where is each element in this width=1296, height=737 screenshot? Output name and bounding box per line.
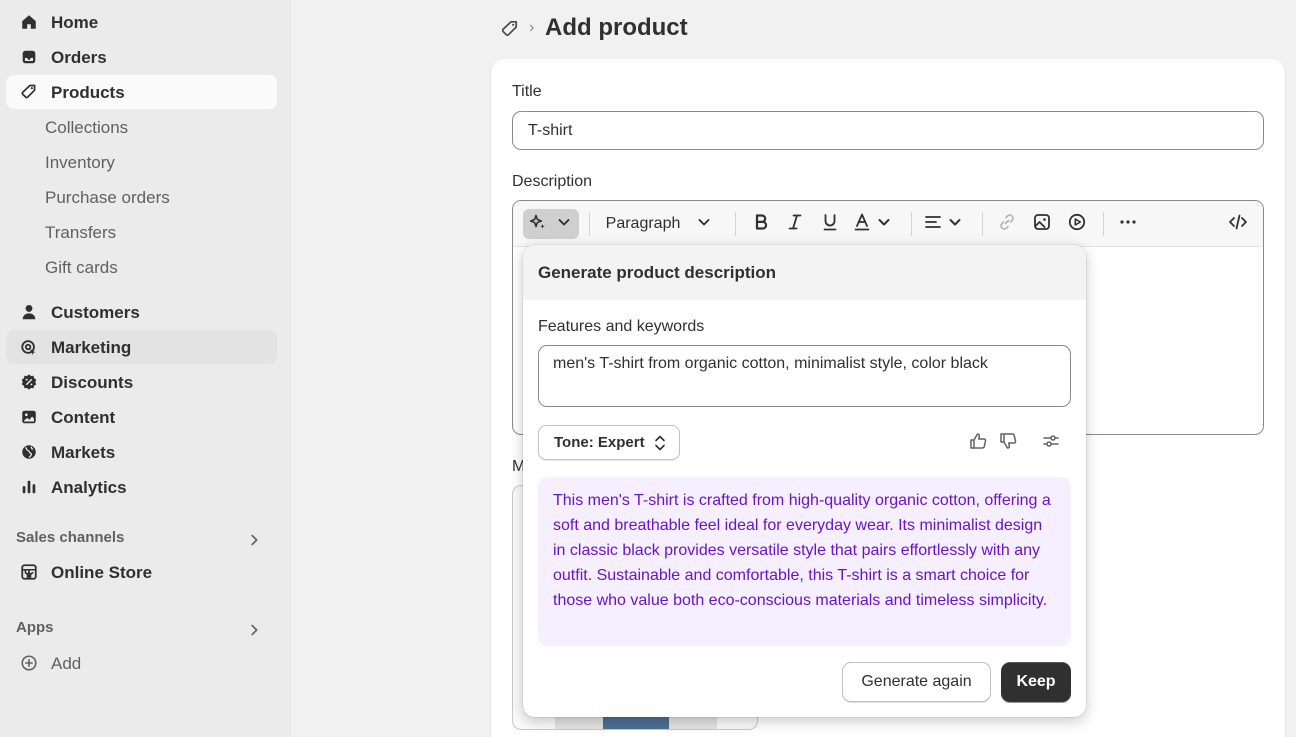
sidebar-item-label: Marketing xyxy=(51,338,132,357)
link-icon xyxy=(997,212,1017,237)
insert-image-button[interactable] xyxy=(1030,209,1054,239)
sidebar-item-products[interactable]: Products xyxy=(6,75,277,109)
sidebar-item-customers[interactable]: Customers xyxy=(6,295,277,329)
toolbar-divider xyxy=(589,212,590,236)
ai-generate-button[interactable] xyxy=(523,209,579,239)
breadcrumb-chevron-icon: › xyxy=(529,19,535,36)
tone-select[interactable]: Tone: Expert xyxy=(538,425,680,460)
chevron-right-icon[interactable] xyxy=(245,531,263,549)
bold-icon xyxy=(751,212,771,237)
chevron-down-icon xyxy=(874,212,894,237)
page-title: Add product xyxy=(545,14,688,41)
sidebar-item-label: Online Store xyxy=(51,563,153,582)
sidebar-item-label: Analytics xyxy=(51,478,127,497)
sidebar-item-orders[interactable]: Orders xyxy=(6,40,277,74)
sidebar-item-label: Home xyxy=(51,13,99,32)
sidebar-item-label: Orders xyxy=(51,48,107,67)
italic-icon xyxy=(785,212,805,237)
sidebar-subitem-transfers[interactable]: Transfers xyxy=(45,223,116,243)
globe-icon xyxy=(20,443,38,461)
keywords-label: Features and keywords xyxy=(538,318,705,335)
title-input[interactable] xyxy=(512,111,1264,150)
bold-button[interactable] xyxy=(749,209,773,239)
keep-button[interactable]: Keep xyxy=(1001,662,1071,702)
person-icon xyxy=(20,303,38,321)
bar-chart-icon xyxy=(20,478,38,496)
keywords-input[interactable]: men's T-shirt from organic cotton, minim… xyxy=(538,345,1071,407)
sidebar-item-label: Discounts xyxy=(51,373,134,392)
sidebar-subitem-inventory[interactable]: Inventory xyxy=(45,153,115,173)
play-circle-icon xyxy=(1067,212,1087,237)
sidebar-item-online-store[interactable]: Online Store xyxy=(6,555,277,589)
settings-sliders-icon[interactable] xyxy=(1041,431,1061,451)
sidebar-item-marketing[interactable]: Marketing xyxy=(6,330,277,364)
text-color-icon xyxy=(852,212,872,237)
sidebar-item-content[interactable]: Content xyxy=(6,400,277,434)
link-button[interactable] xyxy=(995,209,1019,239)
generate-description-popover: Generate product description Features an… xyxy=(523,245,1086,717)
tag-icon[interactable] xyxy=(500,19,520,39)
show-html-button[interactable] xyxy=(1225,209,1251,239)
sidebar-item-discounts[interactable]: Discounts xyxy=(6,365,277,399)
thumbs-down-icon[interactable] xyxy=(998,431,1018,451)
image-icon xyxy=(20,408,38,426)
chevron-right-icon[interactable] xyxy=(245,621,263,639)
sidebar-item-label: Customers xyxy=(51,303,140,322)
tag-icon xyxy=(20,83,38,101)
select-arrows-icon xyxy=(653,434,667,452)
sales-channels-heading: Sales channels xyxy=(16,529,125,546)
plus-circle-icon xyxy=(20,654,38,672)
sidebar-item-add-app[interactable]: Add xyxy=(6,646,277,680)
thumbs-up-icon[interactable] xyxy=(968,431,988,451)
description-label: Description xyxy=(512,173,593,190)
target-icon xyxy=(20,338,38,356)
sparkle-icon xyxy=(528,212,548,237)
generated-description: This men's T-shirt is crafted from high-… xyxy=(538,477,1071,646)
sidebar-item-markets[interactable]: Markets xyxy=(6,435,277,469)
title-label: Title xyxy=(512,83,542,100)
underline-icon xyxy=(820,212,840,237)
chevron-down-icon xyxy=(554,212,574,237)
paragraph-select[interactable]: Paragraph xyxy=(599,209,721,239)
sidebar-item-label: Add xyxy=(51,654,82,673)
toolbar-divider xyxy=(735,212,736,236)
apps-heading: Apps xyxy=(16,619,54,636)
generate-again-button[interactable]: Generate again xyxy=(842,662,991,702)
tone-select-label: Tone: Expert xyxy=(554,434,645,451)
home-icon xyxy=(20,13,38,31)
sidebar-item-analytics[interactable]: Analytics xyxy=(6,470,277,504)
align-left-icon xyxy=(923,212,943,237)
align-button[interactable] xyxy=(923,209,965,239)
italic-button[interactable] xyxy=(783,209,807,239)
text-color-button[interactable] xyxy=(853,209,893,239)
sidebar-item-label: Products xyxy=(51,83,125,102)
insert-video-button[interactable] xyxy=(1065,209,1089,239)
sidebar-subitem-gift-cards[interactable]: Gift cards xyxy=(45,258,118,278)
sidebar: Home Orders Products Collections Invento… xyxy=(0,0,291,737)
sidebar-subitem-collections[interactable]: Collections xyxy=(45,118,128,138)
toolbar-divider xyxy=(911,212,912,236)
toolbar-divider xyxy=(1103,212,1104,236)
store-icon xyxy=(20,563,38,581)
sidebar-item-home[interactable]: Home xyxy=(6,5,277,39)
sidebar-item-label: Content xyxy=(51,408,116,427)
sidebar-subitem-purchase-orders[interactable]: Purchase orders xyxy=(45,188,170,208)
inbox-icon xyxy=(20,48,38,66)
chevron-down-icon xyxy=(694,212,714,237)
chevron-down-icon xyxy=(945,212,965,237)
more-options-button[interactable] xyxy=(1115,209,1141,239)
toolbar-divider xyxy=(982,212,983,236)
sidebar-item-label: Markets xyxy=(51,443,116,462)
more-horizontal-icon xyxy=(1118,212,1138,237)
paragraph-select-label: Paragraph xyxy=(605,215,681,232)
popover-header: Generate product description xyxy=(523,245,1086,300)
editor-toolbar: Paragraph xyxy=(513,201,1263,247)
discount-icon xyxy=(20,373,38,391)
image-icon xyxy=(1032,212,1052,237)
underline-button[interactable] xyxy=(818,209,842,239)
code-icon xyxy=(1228,212,1248,237)
popover-title: Generate product description xyxy=(538,263,777,282)
